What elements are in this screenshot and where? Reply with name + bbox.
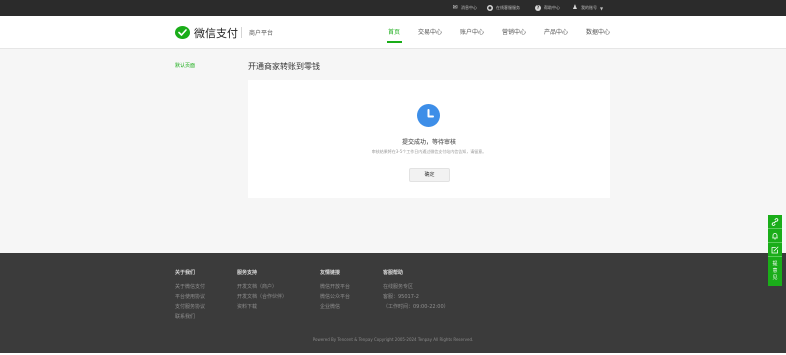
merchant-platform-label: 商户平台 (249, 30, 274, 37)
status-card: 提交成功，等待审核 审核结果将在3-5个工作日内通过微信支付站内信告知，请留意。… (248, 80, 610, 198)
account-menu[interactable]: ♟ 我的账号 ▼ (572, 3, 603, 13)
footer-link[interactable]: 开发文档（商户） (237, 283, 287, 290)
wechat-pay-logo[interactable]: 微信支付 (175, 24, 238, 41)
copyright-text: Powered By Tencent & Tenpay Copyright 20… (312, 337, 474, 342)
footer-hotline: 客服：95017-2 (383, 294, 419, 300)
message-center-link[interactable]: ✉ 消息中心 (452, 3, 477, 13)
wechat-pay-check-icon (175, 26, 190, 39)
nav-marketing[interactable]: 营销中心 (502, 27, 526, 36)
footer-link[interactable]: 资料下载 (237, 303, 287, 310)
feedback-button[interactable]: 提意见 (768, 257, 782, 286)
page-title: 开通商家转账到零钱 (248, 62, 320, 71)
header: 微信支付 商户平台 首页 交易中心 账户中心 营销中心 产品中心 数据中心 (0, 16, 786, 49)
sidebar-default-page-link[interactable]: 默认页面 (175, 62, 195, 69)
user-icon: ♟ (572, 4, 578, 11)
online-service-link[interactable]: ● 在线客服服务 (487, 3, 520, 13)
footer-heading: 友情链接 (320, 270, 341, 276)
nav-data[interactable]: 数据中心 (586, 27, 610, 36)
footer-link[interactable]: 支付服务协议 (175, 303, 205, 310)
logo-text: 微信支付 (194, 26, 238, 40)
footer-column-links: 友情链接 微信开放平台 微信公众平台 企业微信 (320, 269, 350, 313)
footer-link[interactable]: 开发文档（合作伙伴） (237, 293, 287, 300)
footer-link[interactable]: 微信公众平台 (320, 293, 350, 300)
nav-transactions[interactable]: 交易中心 (418, 27, 442, 36)
footer-link[interactable]: 微信开放平台 (320, 283, 350, 290)
footer-link[interactable]: 企业微信 (320, 303, 350, 310)
status-message: 提交成功，等待审核 (401, 139, 456, 146)
link-icon[interactable] (768, 215, 782, 229)
help-icon: ? (535, 5, 541, 11)
account-label: 我的账号 (581, 5, 597, 10)
nav-products[interactable]: 产品中心 (544, 27, 568, 36)
footer: 关于我们 关于微信支付 平台使用协议 支付服务协议 联系我们 服务支持 开发文档… (0, 253, 786, 353)
chevron-down-icon: ▼ (600, 5, 604, 11)
footer-link[interactable]: 平台使用协议 (175, 293, 205, 300)
feedback-label: 提意见 (772, 261, 778, 281)
edit-icon[interactable] (768, 243, 782, 257)
mail-icon: ✉ (452, 4, 458, 11)
floating-toolbar: 提意见 (768, 215, 782, 286)
logo-divider (241, 27, 242, 38)
footer-column-about: 关于我们 关于微信支付 平台使用协议 支付服务协议 联系我们 (175, 269, 205, 323)
help-center-label: 帮助中心 (544, 5, 560, 10)
footer-link[interactable]: 联系我们 (175, 313, 205, 320)
help-center-link[interactable]: ? 帮助中心 (535, 3, 560, 13)
top-bar: ✉ 消息中心 ● 在线客服服务 ? 帮助中心 ♟ 我的账号 ▼ (0, 0, 786, 16)
service-icon: ● (487, 5, 493, 11)
footer-hours: （工作时间：09:00-22:00） (383, 304, 449, 310)
footer-column-support: 服务支持 开发文档（商户） 开发文档（合作伙伴） 资料下载 (237, 269, 287, 313)
nav-account[interactable]: 账户中心 (460, 27, 484, 36)
active-nav-indicator (387, 41, 402, 43)
nav-home[interactable]: 首页 (388, 27, 400, 36)
clock-icon (417, 104, 440, 127)
online-service-label: 在线客服服务 (496, 5, 520, 10)
footer-heading: 服务支持 (237, 270, 258, 276)
message-center-label: 消息中心 (461, 5, 477, 10)
bell-icon[interactable] (768, 229, 782, 243)
footer-heading: 关于我们 (175, 270, 196, 276)
footer-link[interactable]: 关于微信支付 (175, 283, 205, 290)
status-description: 审核结果将在3-5个工作日内通过微信支付站内信告知，请留意。 (371, 149, 487, 154)
confirm-button[interactable]: 确定 (409, 168, 450, 182)
footer-heading: 客服帮助 (383, 270, 404, 276)
footer-column-help: 客服帮助 在线服务专区 客服：95017-2 （工作时间：09:00-22:00… (383, 269, 449, 313)
footer-link[interactable]: 在线服务专区 (383, 283, 449, 290)
